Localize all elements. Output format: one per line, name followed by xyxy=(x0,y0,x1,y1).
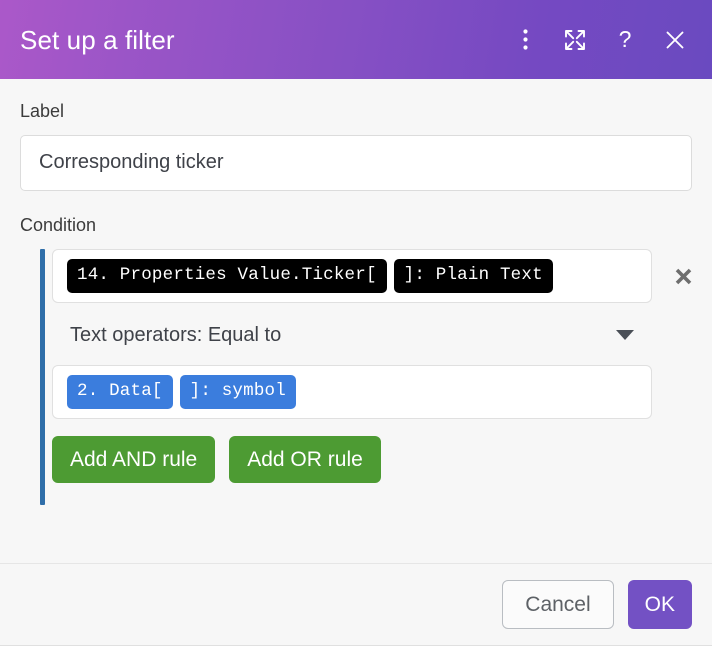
dialog-footer: Cancel OK xyxy=(0,563,712,646)
label-field-caption: Label xyxy=(20,101,65,121)
cancel-button[interactable]: Cancel xyxy=(502,580,614,629)
operator-select[interactable]: Text operators: Equal to xyxy=(52,309,652,361)
token-chip[interactable]: 14. Properties Value.Ticker[ xyxy=(67,258,387,294)
rule-group-accent-bar xyxy=(40,249,45,506)
filter-dialog: Set up a filter ? Label Corresponding ti… xyxy=(0,0,712,646)
dialog-body: Label Condition 14. Properties Value.Tic… xyxy=(0,79,712,563)
token-chip[interactable]: 2. Data[ xyxy=(67,374,173,410)
question-mark-icon[interactable]: ? xyxy=(612,27,638,53)
token-chip[interactable]: ]: symbol xyxy=(179,374,296,410)
rule-action-buttons: Add AND rule Add OR rule xyxy=(52,436,692,484)
operator-selected-value: Text operators: Equal to xyxy=(70,324,282,347)
kebab-menu-icon[interactable] xyxy=(512,27,538,53)
add-and-rule-button[interactable]: Add AND rule xyxy=(52,436,216,484)
remove-rule-icon[interactable] xyxy=(668,261,698,291)
ok-button[interactable]: OK xyxy=(627,580,692,629)
titlebar-actions: ? xyxy=(512,27,688,53)
dialog-title: Set up a filter xyxy=(20,24,175,55)
close-icon[interactable] xyxy=(662,27,688,53)
chevron-down-icon xyxy=(616,330,634,341)
right-operand-row: 2. Data[ ]: symbol xyxy=(52,365,692,420)
dialog-titlebar: Set up a filter ? xyxy=(0,0,712,79)
label-input[interactable] xyxy=(20,134,692,191)
token-chip[interactable]: ]: Plain Text xyxy=(393,258,553,294)
left-operand-row: 14. Properties Value.Ticker[ ]: Plain Te… xyxy=(52,249,692,304)
svg-text:?: ? xyxy=(619,28,632,52)
add-or-rule-button[interactable]: Add OR rule xyxy=(229,436,381,484)
right-operand-field[interactable]: 2. Data[ ]: symbol xyxy=(52,365,652,420)
expand-icon[interactable] xyxy=(562,27,588,53)
left-operand-field[interactable]: 14. Properties Value.Ticker[ ]: Plain Te… xyxy=(52,249,652,304)
condition-caption: Condition xyxy=(20,214,97,235)
rule-group: 14. Properties Value.Ticker[ ]: Plain Te… xyxy=(20,249,692,506)
